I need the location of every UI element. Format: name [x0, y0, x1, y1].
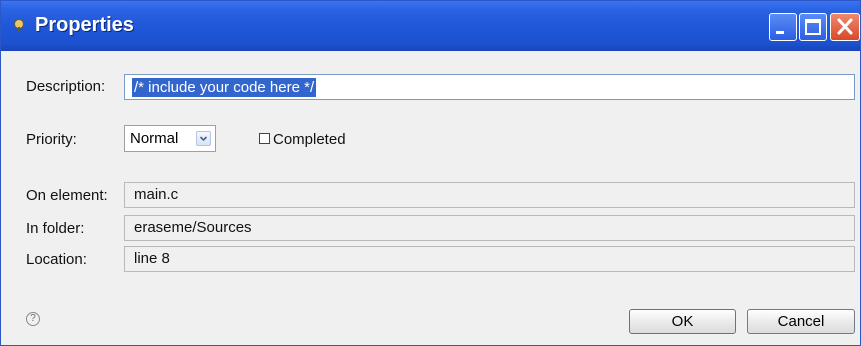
help-icon[interactable]: ? [26, 312, 40, 326]
title-bar[interactable]: Properties [1, 1, 860, 51]
properties-dialog: Properties Description: /* include your … [0, 0, 861, 346]
close-icon [837, 18, 853, 35]
close-button[interactable] [830, 13, 860, 41]
location-value: line 8 [134, 250, 170, 267]
priority-label: Priority: [26, 131, 77, 148]
location-field: line 8 [124, 246, 855, 272]
cancel-button-label: Cancel [777, 313, 825, 330]
description-input[interactable]: /* include your code here */ [124, 74, 855, 100]
chevron-down-icon-glyph [199, 136, 208, 142]
dialog-body: Description: /* include your code here *… [1, 51, 860, 345]
on-element-label: On element: [26, 187, 108, 204]
completed-checkbox[interactable] [259, 133, 270, 144]
priority-dropdown[interactable]: Normal [124, 125, 216, 152]
maximize-icon [805, 19, 821, 35]
minimize-button[interactable] [769, 13, 797, 41]
minimize-icon [776, 31, 784, 34]
help-icon-glyph: ? [30, 313, 36, 324]
in-folder-value: eraseme/Sources [134, 219, 252, 236]
location-label: Location: [26, 251, 87, 268]
properties-task-icon [14, 19, 24, 32]
ok-button-label: OK [671, 313, 694, 330]
chevron-down-icon[interactable] [196, 131, 211, 146]
cancel-button[interactable]: Cancel [747, 309, 855, 334]
in-folder-label: In folder: [26, 220, 85, 237]
description-value: /* include your code here */ [132, 78, 317, 97]
dialog-title: Properties [35, 14, 134, 36]
ok-button[interactable]: OK [629, 309, 736, 334]
on-element-value: main.c [134, 186, 179, 203]
priority-value: Normal [130, 130, 179, 147]
description-label: Description: [26, 78, 106, 95]
maximize-button[interactable] [799, 13, 827, 41]
in-folder-field: eraseme/Sources [124, 215, 855, 241]
completed-label[interactable]: Completed [273, 131, 346, 148]
on-element-field: main.c [124, 182, 855, 208]
